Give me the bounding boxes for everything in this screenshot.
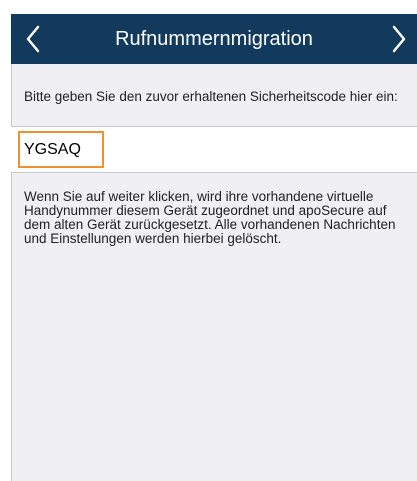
info-text: Wenn Sie auf weiter klicken, wird ihre v…	[24, 189, 396, 246]
forward-button[interactable]	[377, 14, 417, 64]
chevron-right-icon	[392, 25, 406, 53]
instruction-text: Bitte geben Sie den zuvor erhaltenen Sic…	[24, 89, 398, 104]
navigation-bar: Rufnummernmigration	[11, 14, 417, 64]
security-code-input[interactable]	[18, 131, 104, 168]
chevron-left-icon	[26, 25, 40, 53]
back-button[interactable]	[15, 14, 55, 64]
app-screen: Rufnummernmigration Bitte geben Sie den …	[0, 0, 417, 481]
page-title: Rufnummernmigration	[115, 28, 313, 50]
